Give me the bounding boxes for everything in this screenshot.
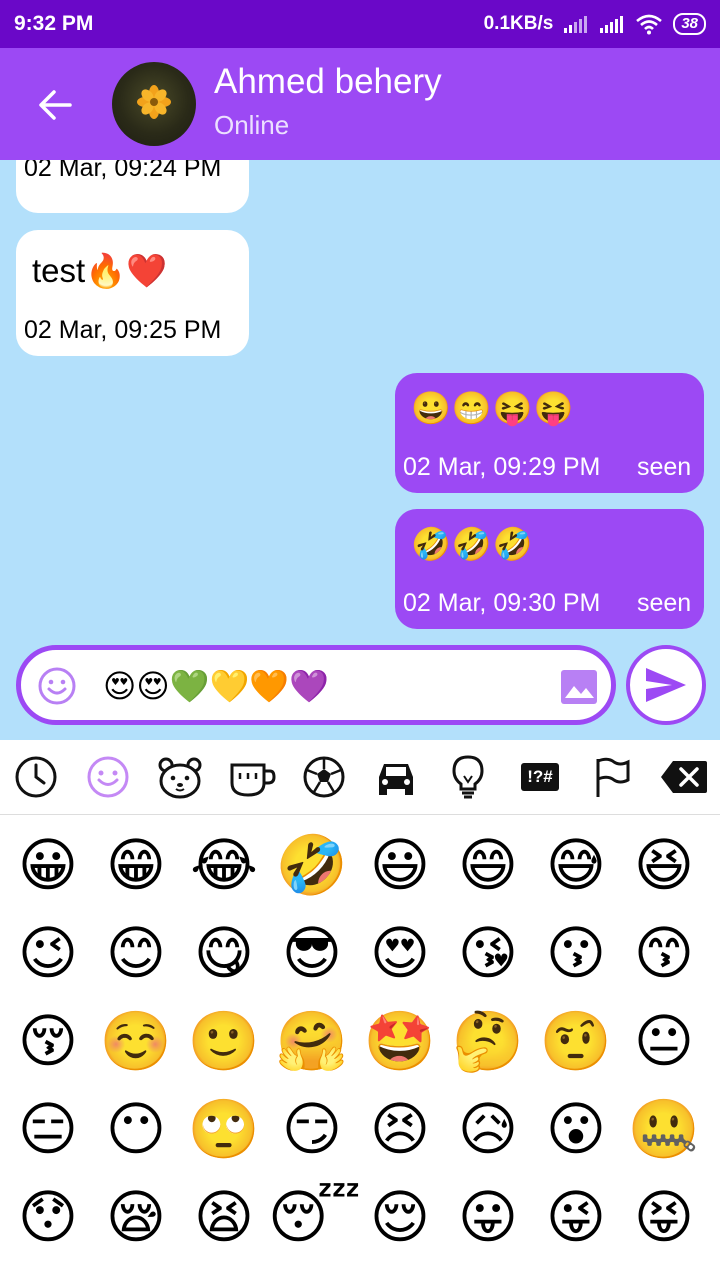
emoji-key[interactable]: 😐 — [620, 997, 708, 1085]
message-bubble-incoming[interactable]: 02 Mar, 09:24 PM — [16, 160, 249, 213]
message-seen-status: seen — [637, 589, 692, 617]
flags-icon[interactable] — [587, 752, 637, 802]
emoji-key[interactable]: 😊 — [92, 909, 180, 997]
contact-name[interactable]: Ahmed behery — [214, 62, 442, 102]
emoji-key[interactable]: 😂 — [180, 821, 268, 909]
message-timestamp: 02 Mar, 09:25 PM — [24, 316, 222, 344]
emoji-key[interactable]: 😑 — [4, 1085, 92, 1173]
emoji-key[interactable]: 🤔 — [444, 997, 532, 1085]
travel-icon[interactable] — [371, 752, 421, 802]
message-input[interactable] — [103, 664, 543, 708]
message-composer — [16, 645, 616, 725]
message-text: test🔥❤️ — [32, 252, 168, 289]
emoji-key[interactable]: 😣 — [356, 1085, 444, 1173]
message-timestamp: 02 Mar, 09:29 PM — [403, 453, 601, 481]
symbols-label: !?# — [521, 763, 559, 791]
flower-icon — [137, 85, 171, 119]
animals-icon[interactable] — [155, 752, 205, 802]
message-bubble-outgoing[interactable]: 🤣🤣🤣 02 Mar, 09:30 PM seen — [395, 509, 704, 629]
emoji-key[interactable]: 😪 — [92, 1173, 180, 1261]
status-indicators: 0.1KB/s 38 — [484, 13, 706, 35]
emoji-key[interactable]: 😛 — [444, 1173, 532, 1261]
emoji-key[interactable]: 🤣 — [268, 821, 356, 909]
emoji-key[interactable]: 😅 — [532, 821, 620, 909]
smileys-icon[interactable] — [83, 752, 133, 802]
emoji-key[interactable]: 😯 — [4, 1173, 92, 1261]
emoji-key[interactable]: 😜 — [532, 1173, 620, 1261]
food-icon[interactable] — [227, 752, 277, 802]
emoji-key[interactable]: 😎 — [268, 909, 356, 997]
message-text: 🤣🤣🤣 — [411, 526, 534, 562]
message-text: 😀😁😝😝 — [411, 390, 575, 426]
emoji-key[interactable]: ☺️ — [92, 997, 180, 1085]
emoji-key[interactable]: 😄 — [444, 821, 532, 909]
emoji-key[interactable]: 😏 — [268, 1085, 356, 1173]
emoji-key[interactable]: 🙂 — [180, 997, 268, 1085]
backspace-icon[interactable] — [659, 752, 709, 802]
emoji-key[interactable]: 😶 — [92, 1085, 180, 1173]
message-list[interactable]: 02 Mar, 09:24 PM test🔥❤️ 02 Mar, 09:25 P… — [0, 160, 720, 640]
emoji-key[interactable]: 🤨 — [532, 997, 620, 1085]
emoji-key[interactable]: 😫 — [180, 1173, 268, 1261]
back-arrow-icon[interactable] — [34, 84, 76, 126]
emoji-key[interactable]: 😀 — [4, 821, 92, 909]
emoji-key[interactable]: 🤩 — [356, 997, 444, 1085]
emoji-key[interactable]: 😃 — [356, 821, 444, 909]
emoji-toggle-icon[interactable] — [37, 666, 77, 706]
status-bar: 9:32 PM 0.1KB/s 38 — [0, 0, 720, 48]
emoji-key[interactable]: 😌 — [356, 1173, 444, 1261]
emoji-key[interactable]: 😥 — [444, 1085, 532, 1173]
send-icon — [646, 668, 686, 702]
emoji-key[interactable]: 😋 — [180, 909, 268, 997]
emoji-key[interactable]: 🤐 — [620, 1085, 708, 1173]
avatar[interactable] — [112, 62, 196, 146]
emoji-key[interactable]: 🙄 — [180, 1085, 268, 1173]
emoji-key[interactable]: 😘 — [444, 909, 532, 997]
emoji-key[interactable]: 😁 — [92, 821, 180, 909]
emoji-key[interactable]: 😮 — [532, 1085, 620, 1173]
message-timestamp: 02 Mar, 09:30 PM — [403, 589, 601, 617]
wifi-icon — [636, 14, 663, 35]
emoji-key[interactable]: 😗 — [532, 909, 620, 997]
emoji-key[interactable]: 😴 — [268, 1173, 361, 1261]
emoji-key[interactable]: 😙 — [620, 909, 708, 997]
emoji-category-tabs: !?# — [0, 740, 720, 815]
emoji-key[interactable]: 😚 — [4, 997, 92, 1085]
message-bubble-outgoing[interactable]: 😀😁😝😝 02 Mar, 09:29 PM seen — [395, 373, 704, 493]
network-speed: 0.1KB/s — [483, 13, 554, 34]
send-button[interactable] — [626, 645, 706, 725]
message-bubble-incoming[interactable]: test🔥❤️ 02 Mar, 09:25 PM — [16, 230, 249, 356]
emoji-key[interactable]: 😉 — [4, 909, 92, 997]
image-attach-icon[interactable] — [559, 668, 599, 706]
emoji-key[interactable]: 🤗 — [268, 997, 356, 1085]
objects-icon[interactable] — [443, 752, 493, 802]
signal-icon — [564, 16, 588, 33]
signal-icon-2 — [600, 16, 624, 33]
activity-icon[interactable] — [299, 752, 349, 802]
emoji-key[interactable]: 😍 — [356, 909, 444, 997]
contact-status: Online — [214, 110, 290, 140]
message-seen-status: seen — [637, 453, 692, 481]
status-time: 9:32 PM — [14, 12, 94, 35]
recent-icon[interactable] — [11, 752, 61, 802]
emoji-key[interactable]: 😝 — [620, 1173, 708, 1261]
battery-icon: 38 — [673, 13, 706, 35]
message-timestamp: 02 Mar, 09:24 PM — [24, 160, 222, 182]
emoji-grid: 😀 😁 😂 🤣 😃 😄 😅 😆 😉 😊 😋 😎 😍 😘 😗 😙 😚 ☺️ 🙂 🤗 🤩 🤔 🤨 😐 😑 😶 🙄 😏 😣 😥 😮 🤐 😯 😪 😫 😴 😌 😛 😜… — [0, 815, 720, 1280]
symbols-icon[interactable]: !?# — [515, 752, 565, 802]
chat-header: Ahmed behery Online — [0, 48, 720, 160]
emoji-key[interactable]: 😆 — [620, 821, 708, 909]
